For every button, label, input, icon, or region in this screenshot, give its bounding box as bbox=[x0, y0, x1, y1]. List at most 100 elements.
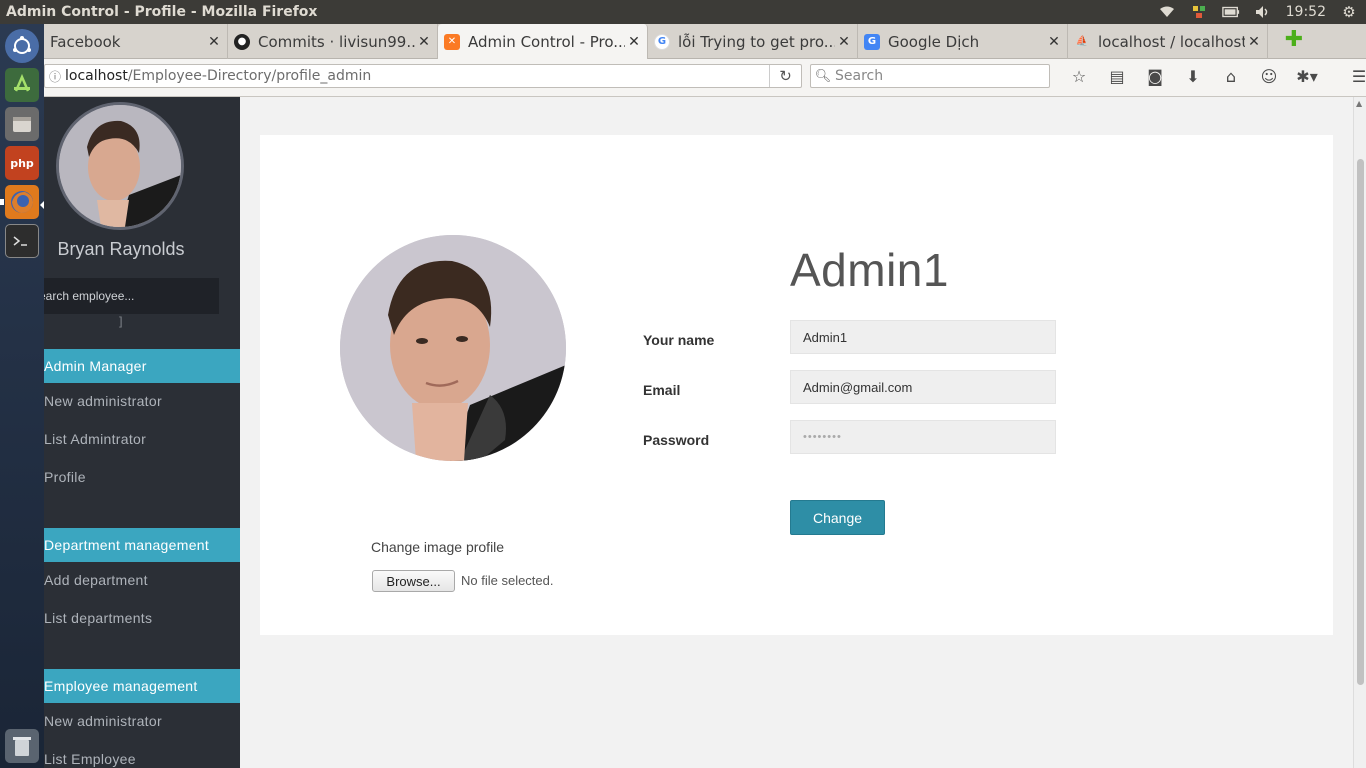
tab-label: Admin Control - Pro... bbox=[468, 32, 625, 51]
menu-item-label: List Admintrator bbox=[44, 431, 147, 447]
firefox-icon[interactable] bbox=[5, 185, 39, 219]
tab-github-commits[interactable]: ● Commits · livisun99... ✕ bbox=[228, 24, 438, 59]
extension-icon[interactable]: ✱▾ bbox=[1288, 66, 1326, 88]
chat-icon[interactable]: ☺ bbox=[1250, 66, 1288, 88]
running-indicator bbox=[0, 199, 4, 205]
download-icon[interactable]: ⬇ bbox=[1174, 66, 1212, 88]
close-icon[interactable]: ✕ bbox=[205, 34, 223, 50]
section-admin-manager[interactable]: ⌂ Admin Manager bbox=[44, 349, 240, 383]
employee-search-input[interactable] bbox=[44, 278, 219, 314]
tab-label: Facebook bbox=[50, 32, 121, 51]
tab-label: localhost / localhost... bbox=[1098, 32, 1245, 51]
phpmyadmin-icon: ⛵ bbox=[1075, 36, 1089, 47]
tab-label: lỗi Trying to get pro... bbox=[678, 32, 835, 51]
user-name: Bryan Raynolds bbox=[57, 239, 185, 259]
volume-icon[interactable] bbox=[1254, 4, 1272, 20]
menu-item-label: Add department bbox=[44, 572, 148, 588]
wifi-icon[interactable] bbox=[1158, 4, 1176, 20]
email-field[interactable] bbox=[790, 370, 1056, 404]
tab-label: Google Dịch bbox=[888, 32, 980, 51]
reading-list-icon[interactable]: ▤ bbox=[1098, 66, 1136, 88]
tab-admin-control[interactable]: ✕ Admin Control - Pro... ✕ bbox=[438, 24, 648, 59]
toolbar: ☆ ▤ ◙ ⬇ ⌂ ☺ ✱▾ ☰ bbox=[1060, 66, 1366, 88]
close-icon[interactable]: ✕ bbox=[835, 34, 853, 50]
name-label: Your name bbox=[643, 332, 715, 348]
window-title: Admin Control - Profile - Mozilla Firefo… bbox=[6, 4, 318, 20]
password-field[interactable] bbox=[790, 420, 1056, 454]
menu-item-label: List departments bbox=[44, 610, 153, 626]
close-icon[interactable]: ✕ bbox=[1045, 34, 1063, 50]
tab-google-search[interactable]: G lỗi Trying to get pro... ✕ bbox=[648, 24, 858, 59]
reload-icon[interactable]: ↻ bbox=[769, 65, 801, 87]
section-employee-management[interactable]: ⌂ Employee management bbox=[44, 669, 240, 703]
scroll-up-icon[interactable]: ▲ bbox=[1356, 99, 1362, 108]
url-path: /Employee-Directory/profile_admin bbox=[127, 68, 372, 84]
hamburger-menu-icon[interactable]: ☰ bbox=[1340, 66, 1366, 88]
browser-nav-bar: ⓘ localhost/Employee-Directory/profile_a… bbox=[44, 59, 1366, 97]
change-button[interactable]: Change bbox=[790, 500, 885, 535]
menu-list-administrator[interactable]: ◌ List Admintrator bbox=[44, 424, 240, 454]
menu-new-administrator[interactable]: ⬖ New administrator bbox=[44, 386, 240, 416]
github-icon: ● bbox=[234, 33, 250, 50]
unity-launcher: php bbox=[0, 24, 44, 768]
url-host: localhost bbox=[65, 68, 128, 84]
dropbox-icon[interactable] bbox=[1190, 4, 1208, 20]
battery-icon[interactable] bbox=[1221, 4, 1240, 20]
home-icon[interactable]: ⌂ bbox=[1212, 66, 1250, 88]
search-icon: 🔍︎ bbox=[814, 68, 832, 84]
menu-item-label: Profile bbox=[44, 469, 86, 485]
xampp-icon: ✕ bbox=[444, 33, 460, 50]
web-page: Bryan Raynolds ] ⌂ Admin Manager ⬖ New a… bbox=[44, 97, 1366, 768]
menu-list-employee[interactable]: ◌ List Employee bbox=[44, 744, 240, 768]
section-title: Department management bbox=[44, 537, 210, 553]
page-title: Admin1 bbox=[790, 244, 949, 296]
info-icon[interactable]: ⓘ bbox=[45, 68, 65, 85]
clock[interactable]: 19:52 bbox=[1286, 4, 1326, 20]
section-title: Admin Manager bbox=[44, 358, 147, 374]
close-icon[interactable]: ✕ bbox=[415, 34, 433, 50]
ubuntu-dash-icon[interactable] bbox=[5, 29, 39, 63]
phpstorm-icon[interactable]: php bbox=[5, 146, 39, 180]
page-scrollbar[interactable]: ▲ bbox=[1353, 97, 1366, 768]
trash-icon[interactable] bbox=[5, 729, 39, 763]
menu-add-department[interactable]: ⬖ Add department bbox=[44, 565, 240, 595]
pocket-icon[interactable]: ◙ bbox=[1136, 66, 1174, 88]
section-department-management[interactable]: ⌂ Department management bbox=[44, 528, 240, 562]
scrollbar-thumb[interactable] bbox=[1357, 159, 1364, 685]
android-studio-icon[interactable] bbox=[5, 68, 39, 102]
menu-new-administrator-employee[interactable]: ⬖ New administrator bbox=[44, 706, 240, 736]
google-icon: G bbox=[654, 33, 670, 50]
menu-list-departments[interactable]: ◌ List departments bbox=[44, 603, 240, 633]
close-icon[interactable]: ✕ bbox=[1245, 34, 1263, 50]
avatar[interactable] bbox=[56, 102, 184, 230]
profile-photo bbox=[340, 235, 566, 461]
tab-facebook[interactable]: Facebook ✕ bbox=[44, 24, 228, 59]
menu-item-label: New administrator bbox=[44, 713, 162, 729]
files-icon[interactable] bbox=[5, 107, 39, 141]
google-translate-icon: G bbox=[864, 33, 880, 50]
menu-item-label: List Employee bbox=[44, 751, 136, 767]
gear-icon[interactable]: ⚙ bbox=[1340, 3, 1358, 21]
sidebar: Bryan Raynolds ] ⌂ Admin Manager ⬖ New a… bbox=[44, 97, 240, 768]
new-tab-button[interactable]: ✚ bbox=[1284, 29, 1304, 51]
name-field[interactable] bbox=[790, 320, 1056, 354]
browse-button[interactable]: Browse... bbox=[372, 570, 455, 592]
menu-profile[interactable]: ▭ Profile bbox=[44, 462, 240, 492]
profile-card: Admin1 Your name Email Password Change C… bbox=[260, 135, 1333, 635]
tab-google-translate[interactable]: G Google Dịch ✕ bbox=[858, 24, 1068, 59]
decorative-bracket: ] bbox=[118, 315, 123, 329]
active-app-indicator bbox=[40, 201, 44, 209]
email-label: Email bbox=[643, 382, 681, 398]
password-label: Password bbox=[643, 432, 710, 448]
section-title: Employee management bbox=[44, 678, 198, 694]
menu-item-label: New administrator bbox=[44, 393, 162, 409]
tab-phpmyadmin[interactable]: ⛵ localhost / localhost... ✕ bbox=[1068, 24, 1268, 59]
close-icon[interactable]: ✕ bbox=[625, 34, 643, 50]
terminal-icon[interactable] bbox=[5, 224, 39, 258]
browser-search-bar[interactable]: 🔍︎ Search bbox=[810, 64, 1050, 88]
browser-tab-strip: Facebook ✕ ● Commits · livisun99... ✕ ✕ … bbox=[44, 24, 1366, 59]
search-placeholder: Search bbox=[835, 68, 884, 84]
system-indicators: 19:52 ⚙ bbox=[1158, 0, 1358, 24]
bookmark-star-icon[interactable]: ☆ bbox=[1060, 66, 1098, 88]
url-bar[interactable]: ⓘ localhost/Employee-Directory/profile_a… bbox=[44, 64, 802, 88]
